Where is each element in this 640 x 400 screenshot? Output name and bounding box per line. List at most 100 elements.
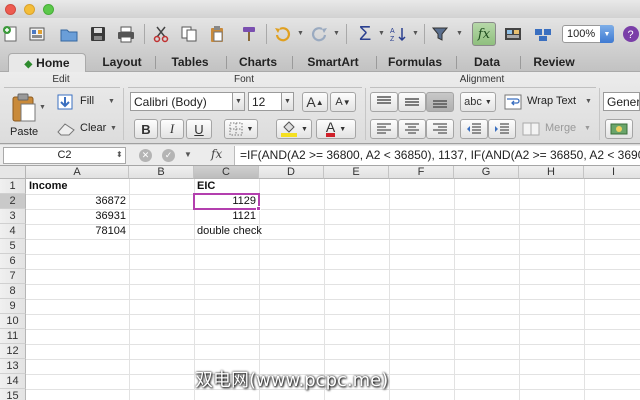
column-header-f[interactable]: F [389, 166, 454, 179]
cell-c3[interactable]: 1121 [194, 209, 259, 224]
borders-button[interactable]: ▼ [224, 119, 258, 139]
number-format-button[interactable] [605, 119, 633, 139]
cell-a3[interactable]: 36931 [26, 209, 129, 224]
templates-icon[interactable] [26, 23, 48, 45]
align-right-button[interactable] [426, 119, 454, 139]
row-header-6[interactable]: 6 [0, 254, 26, 269]
row-header-3[interactable]: 3 [0, 209, 26, 224]
row-header-8[interactable]: 8 [0, 284, 26, 299]
column-header-h[interactable]: H [519, 166, 584, 179]
undo-icon[interactable] [272, 23, 294, 45]
row-header-12[interactable]: 12 [0, 344, 26, 359]
format-painter-icon[interactable] [238, 23, 260, 45]
help-icon[interactable]: ? [620, 23, 640, 45]
sort-dropdown-chevron-icon[interactable]: ▼ [412, 30, 419, 37]
cell-a1[interactable]: Income [26, 179, 129, 194]
redo-dropdown-chevron-icon[interactable]: ▼ [333, 30, 340, 37]
row-header-1[interactable]: 1 [0, 179, 26, 194]
align-middle-button[interactable] [398, 92, 426, 112]
formula-input[interactable]: =IF(AND(A2 >= 36800, A2 < 36850), 1137, … [234, 146, 640, 165]
align-center-button[interactable] [398, 119, 426, 139]
window-minimize-button[interactable] [24, 4, 35, 15]
autosum-icon[interactable]: Σ [354, 23, 376, 45]
column-header-d[interactable]: D [259, 166, 324, 179]
window-close-button[interactable] [5, 4, 16, 15]
worksheet-grid[interactable]: A B C D E F G H I 1 2 3 4 5 6 7 8 9 10 1… [0, 166, 640, 400]
tab-review[interactable]: Review [522, 53, 586, 72]
decrease-indent-button[interactable] [460, 119, 488, 139]
number-format-select[interactable]: General [603, 92, 640, 111]
name-box-stepper-icon[interactable]: ⬍ [116, 150, 123, 159]
clear-button[interactable]: Clear ▼ [54, 119, 120, 139]
increase-indent-button[interactable] [488, 119, 516, 139]
column-header-b[interactable]: B [129, 166, 194, 179]
grow-font-button[interactable]: A ▲ [302, 92, 328, 112]
tab-charts[interactable]: Charts [228, 53, 288, 72]
confirm-entry-icon[interactable]: ✓ [162, 149, 175, 162]
column-header-a[interactable]: A [26, 166, 129, 179]
toolbox-icon[interactable] [532, 23, 554, 45]
filter-icon[interactable] [430, 23, 452, 45]
formula-builder-button[interactable]: fx [472, 22, 496, 46]
filter-dropdown-chevron-icon[interactable]: ▼ [456, 30, 463, 37]
row-header-11[interactable]: 11 [0, 329, 26, 344]
row-header-5[interactable]: 5 [0, 239, 26, 254]
row-header-7[interactable]: 7 [0, 269, 26, 284]
tab-home[interactable]: ◆ Home [8, 53, 86, 72]
row-header-15[interactable]: 15 [0, 389, 26, 400]
row-header-4[interactable]: 4 [0, 224, 26, 239]
row-header-2[interactable]: 2 [0, 194, 26, 209]
text-orientation-button[interactable]: abc ▼ [460, 92, 496, 112]
redo-icon[interactable] [308, 23, 330, 45]
name-box[interactable]: C2 [3, 147, 126, 164]
copy-icon[interactable] [178, 23, 200, 45]
font-size-chevron-icon[interactable]: ▼ [282, 92, 294, 111]
undo-dropdown-chevron-icon[interactable]: ▼ [297, 30, 304, 37]
fill-color-button[interactable]: ▼ [276, 119, 312, 139]
bold-button[interactable]: B [134, 119, 158, 139]
row-header-10[interactable]: 10 [0, 314, 26, 329]
function-list-chevron-icon[interactable]: ▼ [184, 150, 192, 159]
cancel-entry-icon[interactable]: ✕ [139, 149, 152, 162]
cell-c4[interactable]: double check [194, 224, 274, 239]
align-bottom-button[interactable] [426, 92, 454, 112]
paste-icon[interactable] [206, 23, 228, 45]
font-size-select[interactable]: 12 [248, 92, 282, 111]
autosum-dropdown-chevron-icon[interactable]: ▼ [378, 30, 385, 37]
tab-tables[interactable]: Tables [158, 53, 222, 72]
merge-button[interactable]: Merge ▼ [522, 120, 598, 140]
align-left-button[interactable] [370, 119, 398, 139]
row-header-9[interactable]: 9 [0, 299, 26, 314]
tab-formulas[interactable]: Formulas [380, 53, 450, 72]
row-header-14[interactable]: 14 [0, 374, 26, 389]
tab-smartart[interactable]: SmartArt [296, 53, 370, 72]
zoom-dropdown-chevron-icon[interactable]: ▼ [600, 25, 614, 43]
font-name-select[interactable]: Calibri (Body) [130, 92, 233, 111]
new-document-icon[interactable] [0, 23, 22, 45]
cell-a2[interactable]: 36872 [26, 194, 129, 209]
cut-icon[interactable] [150, 23, 172, 45]
cell-c1[interactable]: EIC [194, 179, 259, 194]
font-name-chevron-icon[interactable]: ▼ [233, 92, 245, 111]
tab-data[interactable]: Data [460, 53, 514, 72]
italic-button[interactable]: I [160, 119, 184, 139]
column-header-e[interactable]: E [324, 166, 389, 179]
column-header-i[interactable]: I [584, 166, 640, 179]
underline-button[interactable]: U [186, 119, 212, 139]
print-icon[interactable] [115, 23, 137, 45]
save-icon[interactable] [87, 23, 109, 45]
font-color-button[interactable]: A ▼ [316, 119, 356, 139]
open-folder-icon[interactable] [58, 23, 80, 45]
window-zoom-button[interactable] [43, 4, 54, 15]
fill-handle[interactable] [256, 206, 261, 211]
select-all-corner[interactable] [0, 166, 26, 179]
cell-a4[interactable]: 78104 [26, 224, 129, 239]
shrink-font-button[interactable]: A ▼ [330, 92, 356, 112]
media-browser-icon[interactable] [502, 23, 524, 45]
sort-icon[interactable]: AZ [388, 23, 410, 45]
column-header-c[interactable]: C [194, 166, 259, 179]
align-top-button[interactable] [370, 92, 398, 112]
wrap-text-button[interactable]: Wrap Text ▼ [504, 93, 598, 113]
column-header-g[interactable]: G [454, 166, 519, 179]
insert-function-label[interactable]: fx [211, 147, 222, 161]
